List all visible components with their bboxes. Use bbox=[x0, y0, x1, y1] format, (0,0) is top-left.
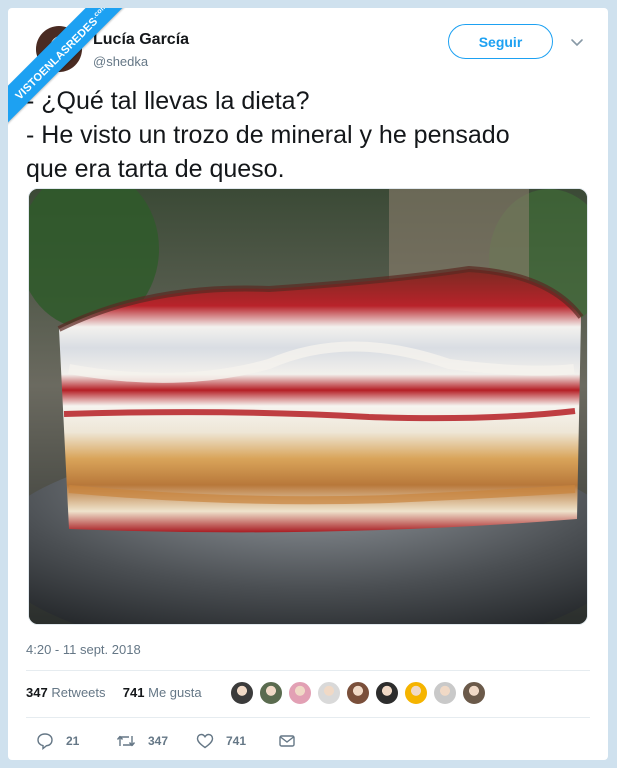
like-button[interactable]: 741 bbox=[196, 730, 246, 752]
likes-count[interactable]: 741 bbox=[123, 685, 145, 700]
agate-mineral-image bbox=[29, 189, 587, 624]
retweet-button[interactable]: 347 bbox=[116, 730, 168, 752]
reply-button[interactable]: 21 bbox=[36, 730, 79, 752]
engagement-stats: 347 Retweets 741 Me gusta bbox=[26, 685, 202, 700]
retweet-count: 347 bbox=[148, 734, 169, 748]
liker-avatar[interactable] bbox=[433, 681, 457, 705]
heart-icon bbox=[196, 733, 214, 749]
liker-avatar[interactable] bbox=[317, 681, 341, 705]
divider bbox=[26, 717, 590, 718]
like-count: 741 bbox=[226, 734, 247, 748]
liker-avatar[interactable] bbox=[288, 681, 312, 705]
watermark-ribbon: VISTOENLASREDES.com bbox=[8, 8, 138, 128]
tweet-photo[interactable] bbox=[28, 188, 588, 625]
liker-avatar[interactable] bbox=[404, 681, 428, 705]
liker-avatar[interactable] bbox=[462, 681, 486, 705]
tweet-actions: 21 347 741 bbox=[26, 730, 590, 752]
message-button[interactable] bbox=[278, 730, 308, 752]
envelope-icon bbox=[279, 735, 295, 747]
chevron-down-icon[interactable] bbox=[569, 34, 585, 50]
watermark-text: VISTOENLASREDES bbox=[13, 15, 101, 103]
follow-button[interactable]: Seguir bbox=[448, 24, 553, 59]
tweet-timestamp[interactable]: 4:20 - 11 sept. 2018 bbox=[26, 642, 141, 657]
retweets-count[interactable]: 347 bbox=[26, 685, 48, 700]
liker-avatar[interactable] bbox=[230, 681, 254, 705]
reply-count: 21 bbox=[66, 734, 80, 748]
retweet-icon bbox=[116, 735, 136, 747]
divider bbox=[26, 670, 590, 671]
liker-avatar[interactable] bbox=[259, 681, 283, 705]
tweet-line: que era tarta de queso. bbox=[26, 155, 285, 183]
watermark-suffix: .com bbox=[91, 8, 109, 20]
liker-avatar[interactable] bbox=[375, 681, 399, 705]
liker-avatar[interactable] bbox=[346, 681, 370, 705]
tweet-card: VISTOENLASREDES.com Lucía García @shedka… bbox=[8, 8, 608, 760]
likes-label[interactable]: Me gusta bbox=[148, 685, 201, 700]
reply-icon bbox=[37, 733, 53, 750]
watermark-corner: VISTOENLASREDES.com bbox=[8, 8, 138, 138]
retweets-label[interactable]: Retweets bbox=[51, 685, 105, 700]
